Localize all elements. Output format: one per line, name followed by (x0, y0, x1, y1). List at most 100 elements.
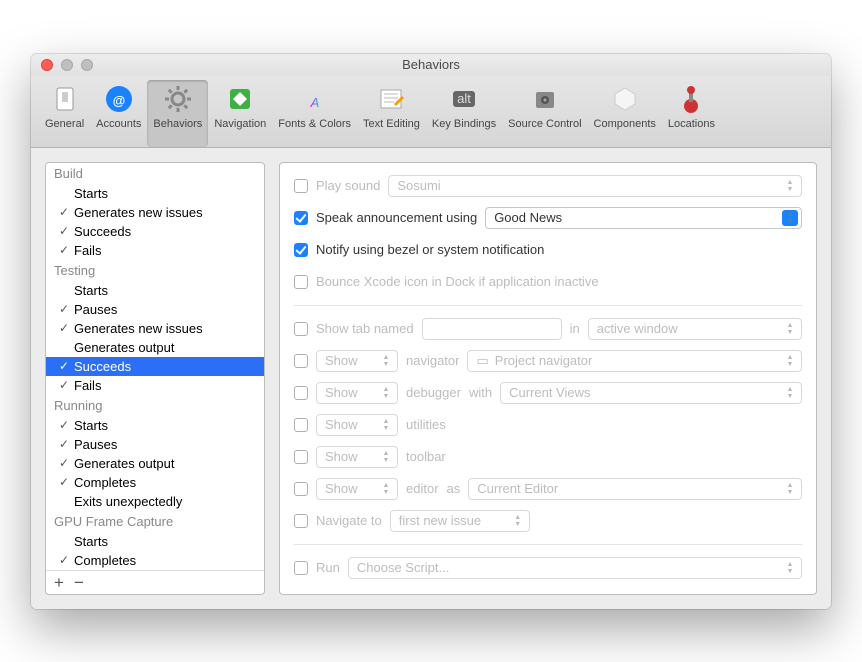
utilities-checkbox[interactable] (294, 418, 308, 432)
toolbar-label: Fonts & Colors (278, 118, 351, 130)
svg-text:alt: alt (457, 91, 471, 106)
utilities-label: utilities (406, 417, 446, 432)
sidebar-item[interactable]: ✓Completes (46, 551, 264, 570)
sidebar-item-label: Fails (70, 378, 101, 393)
bounce-label: Bounce Xcode icon in Dock if application… (316, 274, 599, 289)
toolbar-label: Components (594, 118, 656, 130)
sidebar-item[interactable]: ✓Fails (46, 376, 264, 395)
navigate-select[interactable]: first new issue▲▼ (390, 510, 530, 532)
sidebar-item[interactable]: ✓Succeeds (46, 357, 264, 376)
toolbar-fonts[interactable]: A Fonts & Colors (272, 80, 357, 147)
sidebar-item-label: Generates new issues (70, 321, 203, 336)
sidebar-item[interactable]: ✓Pauses (46, 435, 264, 454)
behavior-settings-pane: Play sound Sosumi▲▼ Speak announcement u… (279, 162, 817, 595)
sidebar-item-label: Fails (70, 243, 101, 258)
checkmark-icon: ✓ (58, 553, 70, 567)
checkmark-icon: ✓ (58, 475, 70, 489)
sidebar-item-label: Completes (70, 475, 136, 490)
toolbar-checkbox[interactable] (294, 450, 308, 464)
run-script-select[interactable]: Choose Script...▲▼ (348, 557, 802, 579)
navigator-checkbox[interactable] (294, 354, 308, 368)
play-sound-select[interactable]: Sosumi▲▼ (388, 175, 802, 197)
toolbar-navigation[interactable]: Navigation (208, 80, 272, 147)
sidebar-item[interactable]: ✓Completes (46, 473, 264, 492)
editor-select[interactable]: Current Editor▲▼ (468, 478, 802, 500)
general-icon (48, 82, 82, 116)
play-sound-label: Play sound (316, 178, 380, 193)
sidebar-item[interactable]: ✓Fails (46, 241, 264, 260)
debugger-with-label: with (469, 385, 492, 400)
show-tab-input[interactable] (422, 318, 562, 340)
navigator-select[interactable]: ▭Project navigator▲▼ (467, 350, 802, 372)
editor-row: Show▲▼ editor as Current Editor▲▼ (294, 478, 802, 500)
sidebar-item[interactable]: Starts (46, 281, 264, 300)
content-area: BuildStarts✓Generates new issues✓Succeed… (31, 148, 831, 609)
toolbar-action-select[interactable]: Show▲▼ (316, 446, 398, 468)
toolbar-behaviors[interactable]: Behaviors (147, 80, 208, 147)
sidebar-item-label: Generates output (70, 456, 174, 471)
toolbar-locations[interactable]: Locations (662, 80, 721, 147)
toolbar-source[interactable]: Source Control (502, 80, 587, 147)
sidebar-item-label: Starts (70, 534, 108, 549)
checkmark-icon: ✓ (58, 321, 70, 335)
editor-label: editor (406, 481, 439, 496)
editor-checkbox[interactable] (294, 482, 308, 496)
toolbar-label: Navigation (214, 118, 266, 130)
components-icon (608, 82, 642, 116)
keys-icon: alt (447, 82, 481, 116)
toolbar-general[interactable]: General (39, 80, 90, 147)
fonts-icon: A (298, 82, 332, 116)
debugger-checkbox[interactable] (294, 386, 308, 400)
sidebar-item-label: Starts (70, 283, 108, 298)
speak-voice-select[interactable]: Good News▲▼ (485, 207, 802, 229)
navigator-action-select[interactable]: Show▲▼ (316, 350, 398, 372)
sidebar-item[interactable]: ✓Pauses (46, 300, 264, 319)
toolbar-label: Text Editing (363, 118, 420, 130)
sidebar-item[interactable]: ✓Succeeds (46, 222, 264, 241)
sidebar-item[interactable]: Exits unexpectedly (46, 492, 264, 511)
play-sound-checkbox[interactable] (294, 179, 308, 193)
sidebar-item-label: Exits unexpectedly (70, 494, 182, 509)
sidebar-item-label: Succeeds (70, 359, 131, 374)
debugger-label: debugger (406, 385, 461, 400)
sidebar-item[interactable]: ✓Starts (46, 416, 264, 435)
sidebar-item[interactable]: Starts (46, 532, 264, 551)
sidebar-item-label: Pauses (70, 302, 117, 317)
behaviors-list[interactable]: BuildStarts✓Generates new issues✓Succeed… (46, 163, 264, 570)
show-tab-row: Show tab named in active window▲▼ (294, 318, 802, 340)
sidebar-item[interactable]: ✓Generates output (46, 454, 264, 473)
toolbar-label: toolbar (406, 449, 446, 464)
utilities-action-select[interactable]: Show▲▼ (316, 414, 398, 436)
speak-checkbox[interactable] (294, 211, 308, 225)
sidebar-item[interactable]: Generates output (46, 338, 264, 357)
utilities-row: Show▲▼ utilities (294, 414, 802, 436)
show-tab-window-select[interactable]: active window▲▼ (588, 318, 802, 340)
window-title: Behaviors (31, 57, 831, 72)
behaviors-sidebar: BuildStarts✓Generates new issues✓Succeed… (45, 162, 265, 595)
preferences-window: Behaviors General@AccountsBehaviorsNavig… (31, 54, 831, 609)
navigate-checkbox[interactable] (294, 514, 308, 528)
sidebar-item[interactable]: ✓Generates new issues (46, 203, 264, 222)
show-tab-checkbox[interactable] (294, 322, 308, 336)
debugger-select[interactable]: Current Views▲▼ (500, 382, 802, 404)
toolbar-accounts[interactable]: @Accounts (90, 80, 147, 147)
add-button[interactable]: + (54, 574, 64, 591)
toolbar-components[interactable]: Components (588, 80, 662, 147)
toolbar-keys[interactable]: altKey Bindings (426, 80, 502, 147)
bounce-row: Bounce Xcode icon in Dock if application… (294, 271, 802, 293)
sidebar-item[interactable]: ✓Generates new issues (46, 319, 264, 338)
run-row: Run Choose Script...▲▼ (294, 557, 802, 579)
editor-action-select[interactable]: Show▲▼ (316, 478, 398, 500)
run-checkbox[interactable] (294, 561, 308, 575)
toolbar-text[interactable]: Text Editing (357, 80, 426, 147)
notify-checkbox[interactable] (294, 243, 308, 257)
run-label: Run (316, 560, 340, 575)
toolbar-label: General (45, 118, 84, 130)
remove-button[interactable]: − (74, 574, 84, 591)
navigator-label: navigator (406, 353, 459, 368)
separator (294, 305, 802, 306)
sidebar-item[interactable]: Starts (46, 184, 264, 203)
debugger-action-select[interactable]: Show▲▼ (316, 382, 398, 404)
bounce-checkbox[interactable] (294, 275, 308, 289)
toolbar-label: Accounts (96, 118, 141, 130)
